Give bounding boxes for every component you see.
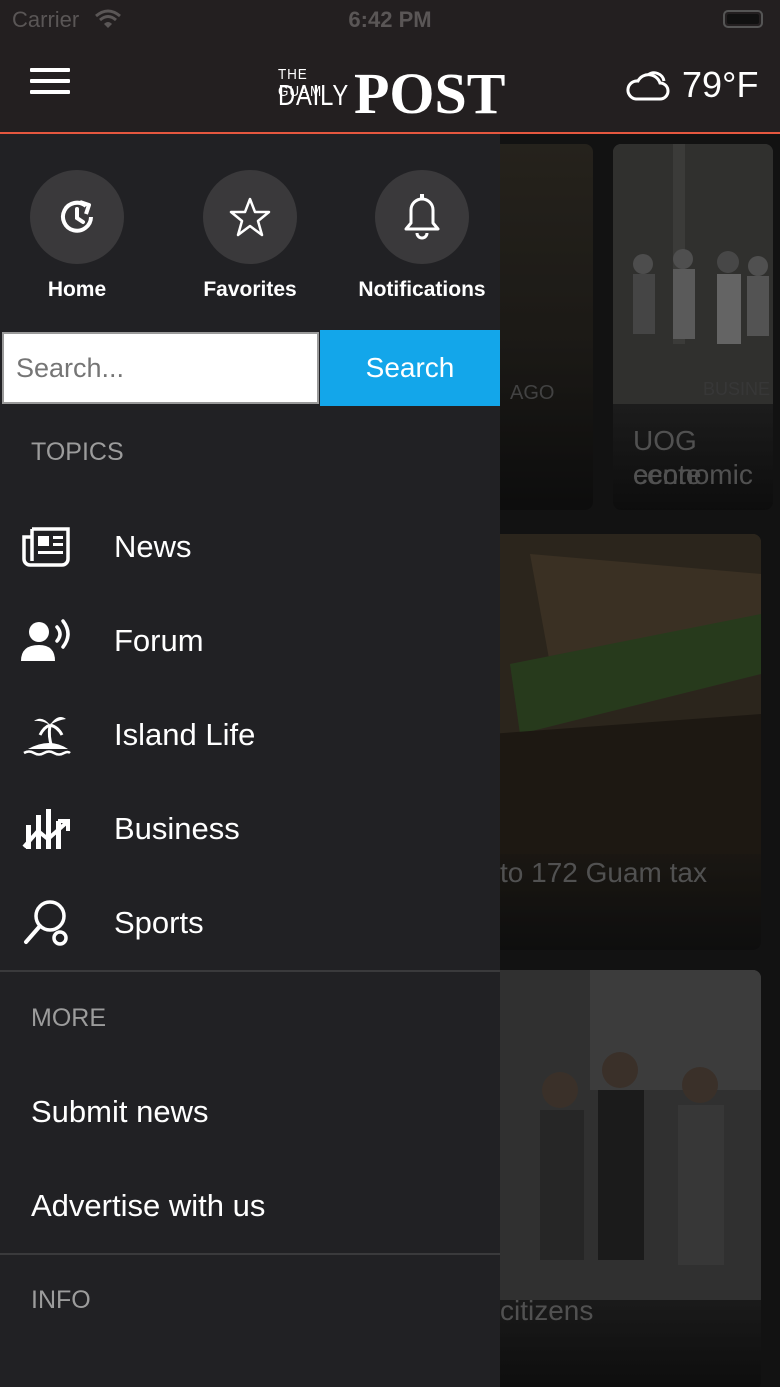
quick-link-label: Home: [47, 278, 107, 301]
app-header: THE GUAM DAILY POST 79°F: [0, 40, 780, 134]
divider: [0, 970, 500, 972]
topic-label: Island Life: [114, 717, 256, 752]
topic-news[interactable]: News: [0, 500, 500, 594]
side-drawer: Home Favorites Notifications Search TOPI…: [0, 134, 500, 1387]
cloud-icon: [626, 71, 670, 101]
search-input[interactable]: [2, 332, 319, 404]
island-icon: [21, 709, 73, 761]
topic-island-life[interactable]: Island Life: [0, 688, 500, 782]
chart-icon: [21, 803, 73, 855]
battery-icon: [723, 10, 763, 28]
bell-icon: [375, 170, 469, 264]
advertise-link[interactable]: Advertise with us: [31, 1188, 265, 1224]
info-header: INFO: [31, 1286, 91, 1314]
speaking-person-icon: [21, 615, 73, 667]
newspaper-icon: [21, 521, 73, 573]
star-icon: [203, 170, 297, 264]
topic-forum[interactable]: Forum: [0, 594, 500, 688]
topic-label: Business: [114, 811, 240, 846]
menu-icon[interactable]: [30, 68, 74, 104]
topic-sports[interactable]: Sports: [0, 876, 500, 970]
news-feed: AGO BUSINE UOG cente economic to 172 Gua…: [500, 134, 780, 1387]
history-icon: [30, 170, 124, 264]
topic-label: Forum: [114, 623, 204, 658]
quick-link-favorites[interactable]: Favorites: [170, 170, 330, 302]
more-header: MORE: [31, 1004, 106, 1032]
topic-label: News: [114, 529, 192, 564]
search-button[interactable]: Search: [320, 330, 500, 406]
weather-widget[interactable]: 79°F: [626, 64, 758, 106]
submit-news-link[interactable]: Submit news: [31, 1094, 208, 1130]
status-bar: Carrier 6:42 PM: [0, 0, 780, 40]
quick-link-label: Notifications: [358, 278, 486, 301]
temperature: 79°F: [682, 64, 759, 105]
quick-link-notifications[interactable]: Notifications: [342, 170, 502, 302]
divider: [0, 1253, 500, 1255]
topics-header: TOPICS: [31, 438, 124, 466]
topic-business[interactable]: Business: [0, 782, 500, 876]
quick-link-home[interactable]: Home: [0, 170, 157, 302]
topic-label: Sports: [114, 905, 204, 940]
racket-icon: [21, 897, 73, 949]
clock: 6:42 PM: [348, 7, 432, 32]
search-bar: Search: [0, 330, 500, 406]
drawer-overlay[interactable]: [500, 134, 780, 1387]
quick-link-label: Favorites: [203, 278, 297, 301]
